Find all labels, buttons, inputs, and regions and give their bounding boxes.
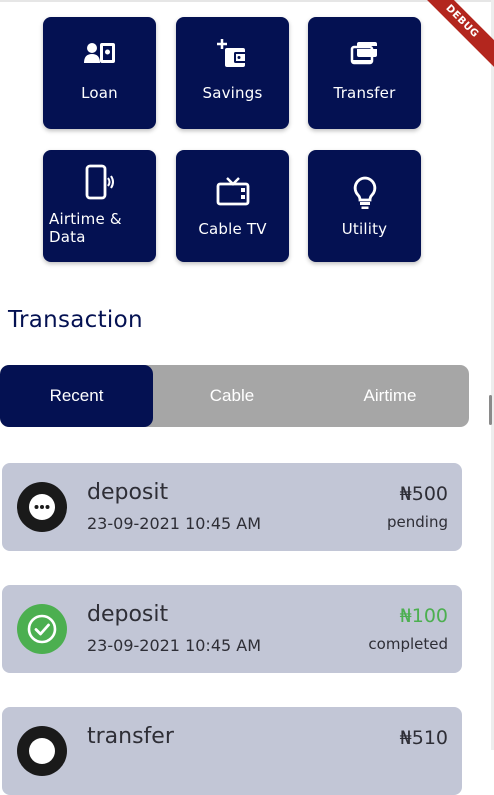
transaction-status: completed (368, 635, 448, 653)
service-tile-airtime[interactable]: Airtime & Data (43, 150, 156, 262)
tab-cable[interactable]: Cable (153, 365, 311, 427)
service-tile-cable-tv[interactable]: Cable TV (176, 150, 289, 262)
transfer-cards-icon (308, 41, 421, 73)
transaction-title: transfer (87, 724, 174, 749)
transaction-amount: ₦100 (399, 605, 448, 627)
check-circle-icon (17, 604, 67, 654)
section-title: Transaction (8, 307, 143, 333)
service-label: Cable TV (198, 220, 267, 238)
transaction-item[interactable]: deposit 23-09-2021 10:45 AM ₦100 complet… (2, 585, 462, 673)
phone-signal-icon (43, 164, 156, 200)
transaction-status: pending (387, 513, 448, 531)
transaction-item[interactable]: transfer ₦510 (2, 707, 462, 795)
service-label-line1: Airtime & (49, 210, 122, 228)
service-tile-savings[interactable]: Savings (176, 17, 289, 129)
transaction-date: 23-09-2021 10:45 AM (87, 636, 262, 655)
service-label: Loan (81, 84, 118, 102)
transaction-item[interactable]: deposit 23-09-2021 10:45 AM ₦500 pending (2, 463, 462, 551)
service-label: Airtime & Data (49, 210, 156, 246)
tab-recent[interactable]: Recent (0, 365, 153, 427)
service-label: Savings (202, 84, 263, 102)
tab-airtime[interactable]: Airtime (311, 365, 469, 427)
transaction-amount: ₦500 (399, 483, 448, 505)
debug-banner: DEBUG (412, 0, 494, 71)
more-dots-icon (17, 482, 67, 532)
service-tile-loan[interactable]: Loan (43, 17, 156, 129)
service-tile-transfer[interactable]: Transfer (308, 17, 421, 129)
transfer-status-icon (17, 726, 67, 776)
service-label: Transfer (333, 84, 396, 102)
transaction-tabs: Recent Cable Airtime (0, 365, 469, 427)
top-divider (0, 0, 494, 2)
service-label-line2: Data (49, 228, 86, 246)
tv-icon (176, 176, 289, 208)
service-tile-utility[interactable]: Utility (308, 150, 421, 262)
transaction-title: deposit (87, 480, 169, 505)
lightbulb-icon (308, 176, 421, 209)
transaction-date: 23-09-2021 10:45 AM (87, 514, 262, 533)
transaction-amount: ₦510 (399, 727, 448, 749)
id-card-icon (43, 41, 156, 73)
service-label: Utility (341, 220, 388, 238)
scrollbar-thumb[interactable] (489, 395, 492, 425)
transaction-title: deposit (87, 602, 169, 627)
wallet-add-icon (176, 39, 289, 71)
